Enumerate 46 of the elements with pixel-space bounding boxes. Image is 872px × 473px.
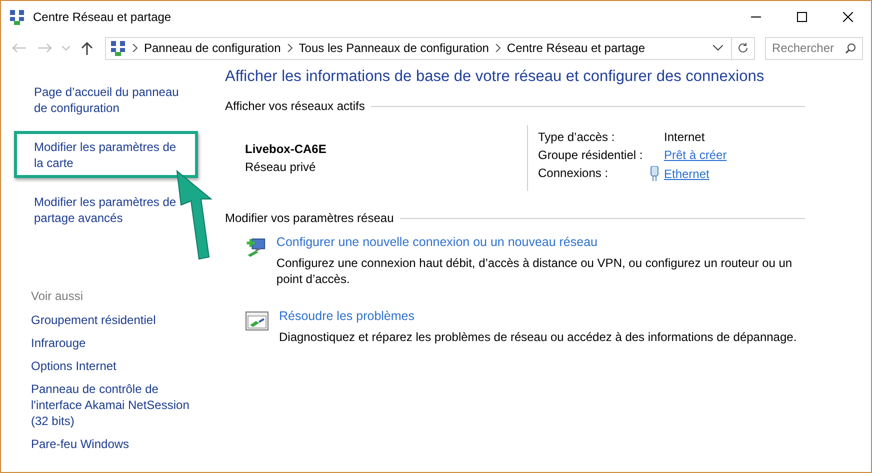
chevron-icon [286,44,293,52]
search-icon [845,42,856,54]
connection-link[interactable]: Ethernet [664,166,710,180]
sidebar-task-link[interactable]: Page d’accueil du panneau de configuration [34,84,185,116]
search-field[interactable]: Rechercher [765,36,863,60]
see-also-link[interactable]: Infrarouge [31,335,204,351]
setting-link[interactable]: Résoudre les problèmes [279,309,797,323]
window-title: Centre Réseau et partage [33,10,172,24]
network-type: Réseau privé [245,160,317,174]
homegroup-link[interactable]: Prêt à créer [664,148,727,162]
address-bar[interactable]: Panneau de configuration Tous les Panneaux de configuration Centre Réseau et partage [105,36,755,60]
breadcrumb[interactable]: Tous les Panneaux de configuration [298,41,489,55]
ethernet-icon [650,166,659,181]
network-icon [9,9,25,25]
page-heading: Afficher les informations de base de votre réseau et configurer des connexions [225,68,766,86]
property-label: Type d’accès : [538,130,615,144]
breadcrumb[interactable]: Panneau de configuration [144,41,281,55]
refresh-icon[interactable] [737,42,749,54]
maximize-icon [797,12,807,22]
property-label: Groupe résidentiel : [538,148,643,162]
see-also-link[interactable]: Panneau de contrôle de l'interface Akamai NetSession (32 bits) [31,381,204,429]
see-also-link[interactable]: Options Internet [31,358,204,374]
see-also-link[interactable]: Groupement résidentiel [31,312,204,328]
sidebar-task-link[interactable]: Modifier les paramètres de partage avancés [34,194,185,226]
sidebar-task-link[interactable]: Modifier les paramètres de la carte [34,139,185,171]
dropdown-icon[interactable] [713,45,723,51]
chevron-icon [494,44,501,52]
property-label: Connexions : [538,166,608,181]
network-icon [110,40,126,56]
setting-description: Configurez une connexion haut débit, d’accès à distance ou VPN, ou configurez un routeur ou un point d’accès. [276,255,794,287]
property-value: Internet [664,130,706,144]
section-title: Modifier vos paramètres réseau [225,211,394,225]
see-also-link[interactable]: Pare-feu Windows [31,436,204,452]
troubleshoot-icon [245,309,269,333]
setting-description: Diagnostiquez et réparez les problèmes de réseau ou accédez à des informations de dépannage. [279,329,797,345]
see-also-title: Voir aussi [31,289,84,303]
setting-link[interactable]: Configurer une nouvelle connexion ou un nouveau réseau [276,235,805,249]
breadcrumb[interactable]: Centre Réseau et partage [506,41,646,55]
back-arrow-icon [12,43,26,53]
up-arrow-icon [81,42,93,54]
network-name: Livebox-CA6E [245,142,328,156]
caret-icon [62,46,70,50]
forward-arrow-icon [38,43,52,53]
section-title: Afficher vos réseaux actifs [225,99,365,113]
chevron-icon [132,44,138,52]
close-icon [843,12,853,22]
